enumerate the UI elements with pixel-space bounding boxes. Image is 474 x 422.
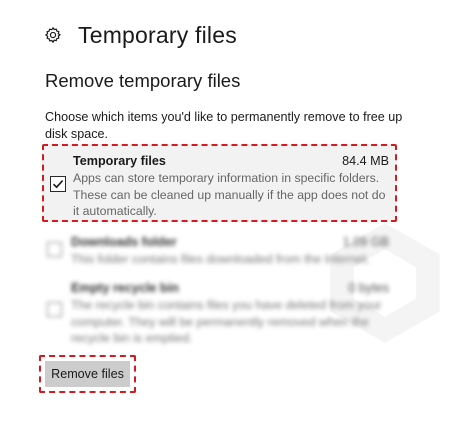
recycle-bin-checkbox[interactable] — [47, 302, 62, 317]
item-size: 84.4 MB — [342, 154, 389, 168]
recycle-bin-item[interactable]: Empty recycle bin 0 bytes The recycle bi… — [42, 279, 397, 345]
item-description: The recycle bin contains files you have … — [71, 298, 382, 345]
gear-icon — [44, 26, 62, 44]
page-header: Temporary files — [44, 20, 237, 50]
item-name: Temporary files — [73, 154, 166, 168]
temporary-files-checkbox[interactable] — [50, 176, 66, 192]
item-name: Downloads folder — [71, 235, 177, 249]
page-title: Temporary files — [78, 21, 237, 48]
downloads-folder-item[interactable]: Downloads folder 1.09 GB This folder con… — [42, 233, 397, 269]
checkmark-icon — [52, 180, 64, 189]
item-description: This folder contains files downloaded fr… — [71, 252, 370, 266]
item-name: Empty recycle bin — [71, 281, 179, 295]
remove-files-button[interactable]: Remove files — [45, 361, 130, 387]
downloads-folder-checkbox[interactable] — [47, 242, 62, 257]
item-description: Apps can store temporary information in … — [73, 171, 386, 218]
item-size: 0 bytes — [348, 281, 389, 295]
intro-text: Choose which items you'd like to permane… — [45, 110, 403, 141]
temporary-files-item[interactable]: Temporary files 84.4 MB Apps can store t… — [42, 144, 397, 222]
item-size: 1.09 GB — [342, 235, 389, 249]
section-title: Remove temporary files — [45, 70, 241, 91]
